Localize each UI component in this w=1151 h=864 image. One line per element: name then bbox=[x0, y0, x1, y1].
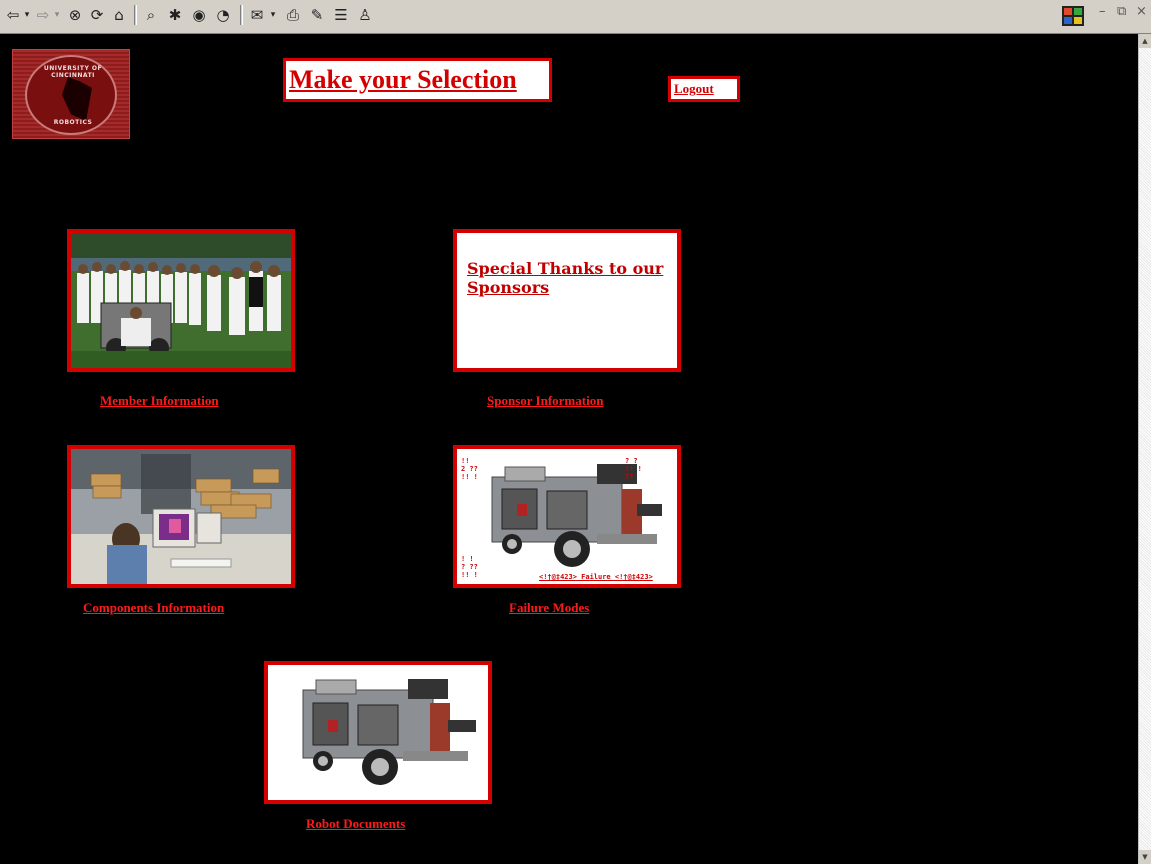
vertical-scrollbar[interactable]: ▲ ▼ bbox=[1138, 34, 1151, 864]
forward-dropdown-icon[interactable]: ▾ bbox=[52, 4, 62, 26]
logo-state-shape bbox=[62, 77, 92, 121]
windows-logo-icon bbox=[1062, 6, 1084, 26]
print-icon[interactable]: ⎙ bbox=[282, 4, 304, 26]
member-information-link[interactable]: Member Information bbox=[100, 393, 219, 409]
team-photo bbox=[71, 233, 291, 368]
failure-image-link[interactable]: !! 2 ?? !! ! ? ? !! ! ?? ! ! ? ?? !! ! <… bbox=[453, 445, 681, 588]
history-icon[interactable]: ◔ bbox=[212, 4, 234, 26]
failure-overlay-caption: <!†@‡423> Failure <!†@‡423> bbox=[539, 573, 653, 581]
sponsor-information-link[interactable]: Sponsor Information bbox=[487, 393, 603, 409]
components-information-link[interactable]: Components Information bbox=[83, 600, 224, 616]
favorites-icon[interactable]: ✱ bbox=[164, 4, 186, 26]
failure-overlay-top-right: ? ? !! ! ?? bbox=[625, 457, 642, 481]
logout-link[interactable]: Logout bbox=[674, 81, 714, 97]
mail-dropdown-icon[interactable]: ▾ bbox=[268, 4, 278, 26]
failure-overlay-top-left: !! 2 ?? !! ! bbox=[461, 457, 478, 481]
member-image-link[interactable] bbox=[67, 229, 295, 372]
documents-image-link[interactable] bbox=[264, 661, 492, 804]
search-icon[interactable]: ⌕ bbox=[140, 4, 162, 26]
components-image-link[interactable] bbox=[67, 445, 295, 588]
robotics-logo: UNIVERSITY OF CINCINNATI ROBOTICS bbox=[12, 49, 130, 139]
messenger-icon[interactable]: ♙ bbox=[354, 4, 376, 26]
failure-modes-link[interactable]: Failure Modes bbox=[509, 600, 589, 616]
back-dropdown-icon[interactable]: ▾ bbox=[22, 4, 32, 26]
toolbar-separator bbox=[240, 5, 243, 25]
restore-icon[interactable]: ⧉ bbox=[1117, 4, 1126, 19]
failure-overlay-bottom-left: ! ! ? ?? !! ! bbox=[461, 555, 478, 579]
sponsor-image-link[interactable]: Special Thanks to our Sponsors bbox=[453, 229, 681, 372]
sponsor-image-text: Special Thanks to our Sponsors bbox=[467, 259, 664, 297]
edit-icon[interactable]: ✎ bbox=[306, 4, 328, 26]
robot-photo bbox=[457, 449, 677, 584]
back-icon[interactable]: ⇦ bbox=[4, 4, 22, 26]
lab-photo bbox=[71, 449, 291, 584]
logo-top-text: UNIVERSITY OF CINCINNATI bbox=[43, 65, 103, 79]
toolbar-separator bbox=[134, 5, 137, 25]
close-icon[interactable]: × bbox=[1136, 4, 1147, 19]
media-icon[interactable]: ◉ bbox=[188, 4, 210, 26]
logout-box: Logout bbox=[668, 76, 740, 102]
page-title-box: Make your Selection bbox=[283, 58, 552, 102]
scroll-down-icon[interactable]: ▼ bbox=[1139, 850, 1151, 864]
page-title[interactable]: Make your Selection bbox=[289, 65, 517, 95]
robot-photo bbox=[268, 665, 488, 800]
robot-documents-link[interactable]: Robot Documents bbox=[306, 816, 405, 832]
scroll-up-icon[interactable]: ▲ bbox=[1139, 34, 1151, 48]
mail-icon[interactable]: ✉ bbox=[246, 4, 268, 26]
home-icon[interactable]: ⌂ bbox=[108, 4, 130, 26]
minimize-icon[interactable]: – bbox=[1099, 4, 1106, 19]
forward-icon[interactable]: ⇨ bbox=[34, 4, 52, 26]
browser-toolbar: ⇦ ▾ ⇨ ▾ ⊗ ⟳ ⌂ ⌕ ✱ ◉ ◔ ✉ ▾ ⎙ ✎ ☰ ♙ – ⧉ × bbox=[0, 0, 1151, 34]
refresh-icon[interactable]: ⟳ bbox=[86, 4, 108, 26]
discuss-icon[interactable]: ☰ bbox=[330, 4, 352, 26]
stop-icon[interactable]: ⊗ bbox=[64, 4, 86, 26]
logo-seal: UNIVERSITY OF CINCINNATI ROBOTICS bbox=[25, 55, 117, 135]
logo-bottom-text: ROBOTICS bbox=[53, 119, 93, 126]
